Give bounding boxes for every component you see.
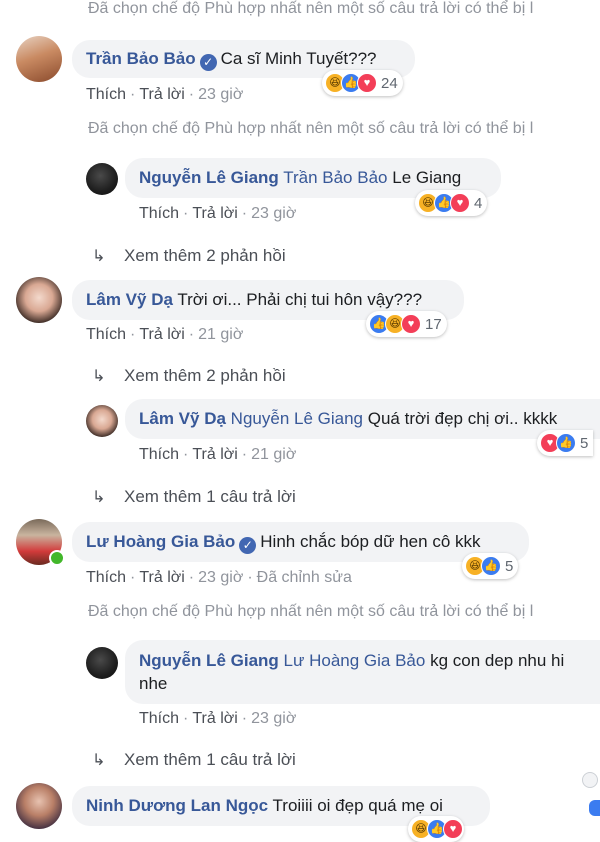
- comment-time[interactable]: 21 giờ: [251, 446, 296, 463]
- comment-author[interactable]: Nguyễn Lê Giang: [139, 168, 279, 187]
- comment-bubble: Nguyễn Lê Giang Lư Hoàng Gia Bảo kg con …: [125, 640, 600, 704]
- like-link[interactable]: Thích: [139, 205, 179, 222]
- reaction-count: 24: [381, 74, 398, 92]
- avatar[interactable]: [16, 36, 62, 82]
- reaction-count: 5: [505, 557, 514, 575]
- comment-text: Le Giang: [392, 168, 462, 187]
- comment-author[interactable]: Nguyễn Lê Giang: [139, 651, 279, 670]
- like-link[interactable]: Thích: [86, 569, 126, 586]
- comment-author[interactable]: Lư Hoàng Gia Bảo: [86, 532, 235, 551]
- reply-link[interactable]: Trả lời: [192, 710, 237, 727]
- online-status-icon: [49, 550, 65, 566]
- comment-time[interactable]: 23 giờ: [251, 205, 296, 222]
- love-icon: ♥: [443, 819, 463, 839]
- reply-link[interactable]: Trả lời: [139, 86, 184, 103]
- like-icon: 👍: [556, 433, 576, 453]
- comment-actions: Thích · Trả lời · 21 giờ: [86, 326, 244, 343]
- reply-link[interactable]: Trả lời: [192, 446, 237, 463]
- comment-text: Hinh chắc bóp dữ hen cô kkk: [260, 532, 481, 551]
- comment-time[interactable]: 23 giờ: [251, 710, 296, 727]
- avatar[interactable]: [16, 783, 62, 829]
- comment-text: kg con dep nhu hi: [430, 651, 565, 670]
- reaction-summary[interactable]: 😆 👍 ♥ 4: [415, 190, 488, 216]
- comment-actions: Thích · Trả lời · 23 giờ · Đã chỉnh sửa: [86, 569, 352, 586]
- reply-arrow-icon: ↳: [92, 489, 106, 506]
- view-more-replies[interactable]: ↳ Xem thêm 2 phản hồi: [92, 246, 286, 266]
- comment-time[interactable]: 23 giờ: [198, 569, 243, 586]
- reply-arrow-icon: ↳: [92, 752, 106, 769]
- view-more-replies[interactable]: ↳ Xem thêm 1 câu trả lời: [92, 487, 296, 507]
- like-link[interactable]: Thích: [139, 446, 179, 463]
- verified-icon: ✓: [199, 54, 217, 71]
- reaction-summary[interactable]: 😆 👍 ♥: [408, 816, 464, 842]
- avatar[interactable]: [86, 405, 118, 437]
- comment-bubble: Lâm Vỹ Dạ Nguyễn Lê Giang Quá trời đẹp c…: [125, 399, 600, 439]
- comment-actions: Thích · Trả lời · 23 giờ: [139, 205, 297, 222]
- comment-actions: Thích · Trả lời · 21 giờ: [139, 446, 297, 463]
- like-link[interactable]: Thích: [86, 326, 126, 343]
- comment-author[interactable]: Lâm Vỹ Dạ: [139, 409, 226, 428]
- like-link[interactable]: Thích: [86, 86, 126, 103]
- reaction-count: 5: [580, 434, 589, 452]
- mention-link[interactable]: Trần Bảo Bảo: [283, 168, 387, 187]
- reaction-summary[interactable]: ♥ 👍 5: [537, 430, 594, 456]
- avatar[interactable]: [16, 277, 62, 323]
- love-icon: ♥: [450, 193, 470, 213]
- view-more-replies[interactable]: ↳ Xem thêm 1 câu trả lời: [92, 750, 296, 770]
- reply-link[interactable]: Trả lời: [139, 569, 184, 586]
- comment-time[interactable]: 23 giờ: [198, 86, 243, 103]
- comment-author[interactable]: Trần Bảo Bảo: [86, 49, 196, 68]
- comment-actions: Thích · Trả lời · 23 giờ: [86, 86, 244, 103]
- mention-link[interactable]: Nguyễn Lê Giang: [231, 409, 363, 428]
- edge-indicator: [589, 800, 600, 816]
- view-more-replies[interactable]: ↳ Xem thêm 2 phản hồi: [92, 366, 286, 386]
- filter-notice: Đã chọn chế độ Phù hợp nhất nên một số c…: [88, 120, 534, 137]
- reaction-summary[interactable]: 😆 👍 5: [462, 553, 519, 579]
- filter-notice: Đã chọn chế độ Phù hợp nhất nên một số c…: [88, 0, 534, 17]
- like-icon: 👍: [481, 556, 501, 576]
- comment-text: Quá trời đẹp chị ơi.. kkkk: [367, 409, 558, 428]
- comment-bubble: Lư Hoàng Gia Bảo ✓ Hinh chắc bóp dữ hen cô…: [72, 522, 529, 562]
- love-icon: ♥: [401, 314, 421, 334]
- verified-icon: ✓: [239, 537, 257, 554]
- comment-text-line2: nhe: [139, 674, 168, 693]
- reaction-summary[interactable]: 😆 👍 ♥ 24: [322, 70, 403, 96]
- reply-link[interactable]: Trả lời: [192, 205, 237, 222]
- avatar[interactable]: [86, 647, 118, 679]
- comment-actions: Thích · Trả lời · 23 giờ: [139, 710, 297, 727]
- comment-text: Trời ơi... Phải chị tui hôn vậy???: [177, 290, 423, 309]
- reaction-count: 4: [474, 194, 483, 212]
- like-link[interactable]: Thích: [139, 710, 179, 727]
- comment-text: Ca sĩ Minh Tuyết???: [220, 49, 377, 68]
- love-icon: ♥: [357, 73, 377, 93]
- comment-text: Troiiii oi đẹp quá mẹ oi: [272, 796, 443, 815]
- mention-link[interactable]: Lư Hoàng Gia Bảo: [284, 651, 426, 670]
- filter-notice: Đã chọn chế độ Phù hợp nhất nên một số c…: [88, 603, 534, 620]
- edge-indicator: [582, 772, 598, 788]
- avatar[interactable]: [86, 163, 118, 195]
- comment-author[interactable]: Ninh Dương Lan Ngọc: [86, 796, 268, 815]
- reply-link[interactable]: Trả lời: [139, 326, 184, 343]
- reply-arrow-icon: ↳: [92, 248, 106, 265]
- reaction-summary[interactable]: 👍 😆 ♥ 17: [366, 311, 447, 337]
- reaction-count: 17: [425, 315, 442, 333]
- reply-arrow-icon: ↳: [92, 368, 106, 385]
- comment-time[interactable]: 21 giờ: [198, 326, 243, 343]
- comment-author[interactable]: Lâm Vỹ Dạ: [86, 290, 173, 309]
- edited-label[interactable]: Đã chỉnh sửa: [257, 569, 352, 586]
